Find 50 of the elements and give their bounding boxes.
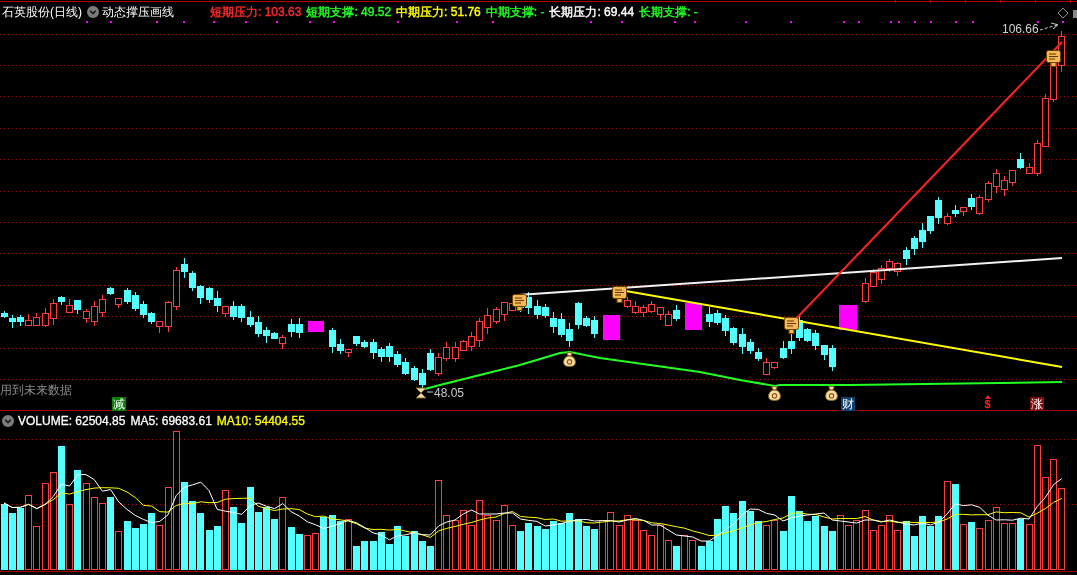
highlight-block [308,321,324,332]
falling-candle [57,295,65,306]
leader-arrow [1039,22,1059,31]
diamond-icon[interactable] [1057,7,1069,19]
dropdown-icon[interactable] [2,414,14,427]
volume-reading: MA5: 69683.61 [130,413,212,428]
scroll-icon [784,317,799,334]
falling-candle [74,299,82,315]
dropdown-icon[interactable] [87,6,99,18]
hourglass-icon [415,387,427,399]
highlight-block [839,305,857,330]
rising-candle [221,305,229,318]
price-low-label: 48.05 [434,386,465,400]
falling-candle [672,304,680,322]
highlight-block [603,315,620,340]
indicator-name[interactable]: 动态撑压画线 [102,6,174,18]
signal-badge: 涨 [1030,397,1044,411]
legend-value: 中期支撑: - [485,5,545,19]
chart-title: 石英股份(日线) [2,6,82,18]
volume-reading: MA10: 54404.55 [216,413,305,428]
falling-candle [951,204,959,218]
signal-badge: 财 [841,397,855,411]
legend-value: 短期压力: 103.63 [210,5,302,19]
money-bag-icon [768,386,781,401]
money-bag-icon [563,352,576,367]
falling-candle [1017,152,1025,170]
legend-value: 长期压力: 69.44 [549,5,635,19]
future-data-note: 用到未来数据 [0,383,72,398]
arrow-up-icon [984,395,991,399]
rising-candle [344,348,352,358]
legend-value: 中期压力: 51.76 [396,5,481,19]
scroll-icon [512,294,527,311]
signal-badge: 减 [112,397,126,411]
scroll-icon [612,286,627,303]
legend-value: 短期支撑: 49.52 [306,5,392,19]
rising-candle [66,298,74,314]
rising-candle [115,297,123,309]
falling-candle [107,286,115,296]
falling-candle [968,193,976,211]
scroll-icon [1046,50,1061,67]
volume-reading: VOLUME: 62504.85 [18,413,126,428]
price-high-label: 106.66 [1002,22,1039,36]
signal-text: $ [984,399,991,410]
legend-value: 长期支撑: - [639,5,698,19]
highlight-block [685,303,702,330]
rising-candle [959,206,967,217]
rising-candle [943,212,951,226]
rising-candle [279,334,287,350]
money-bag-icon [825,386,838,401]
leader-line [426,391,434,393]
